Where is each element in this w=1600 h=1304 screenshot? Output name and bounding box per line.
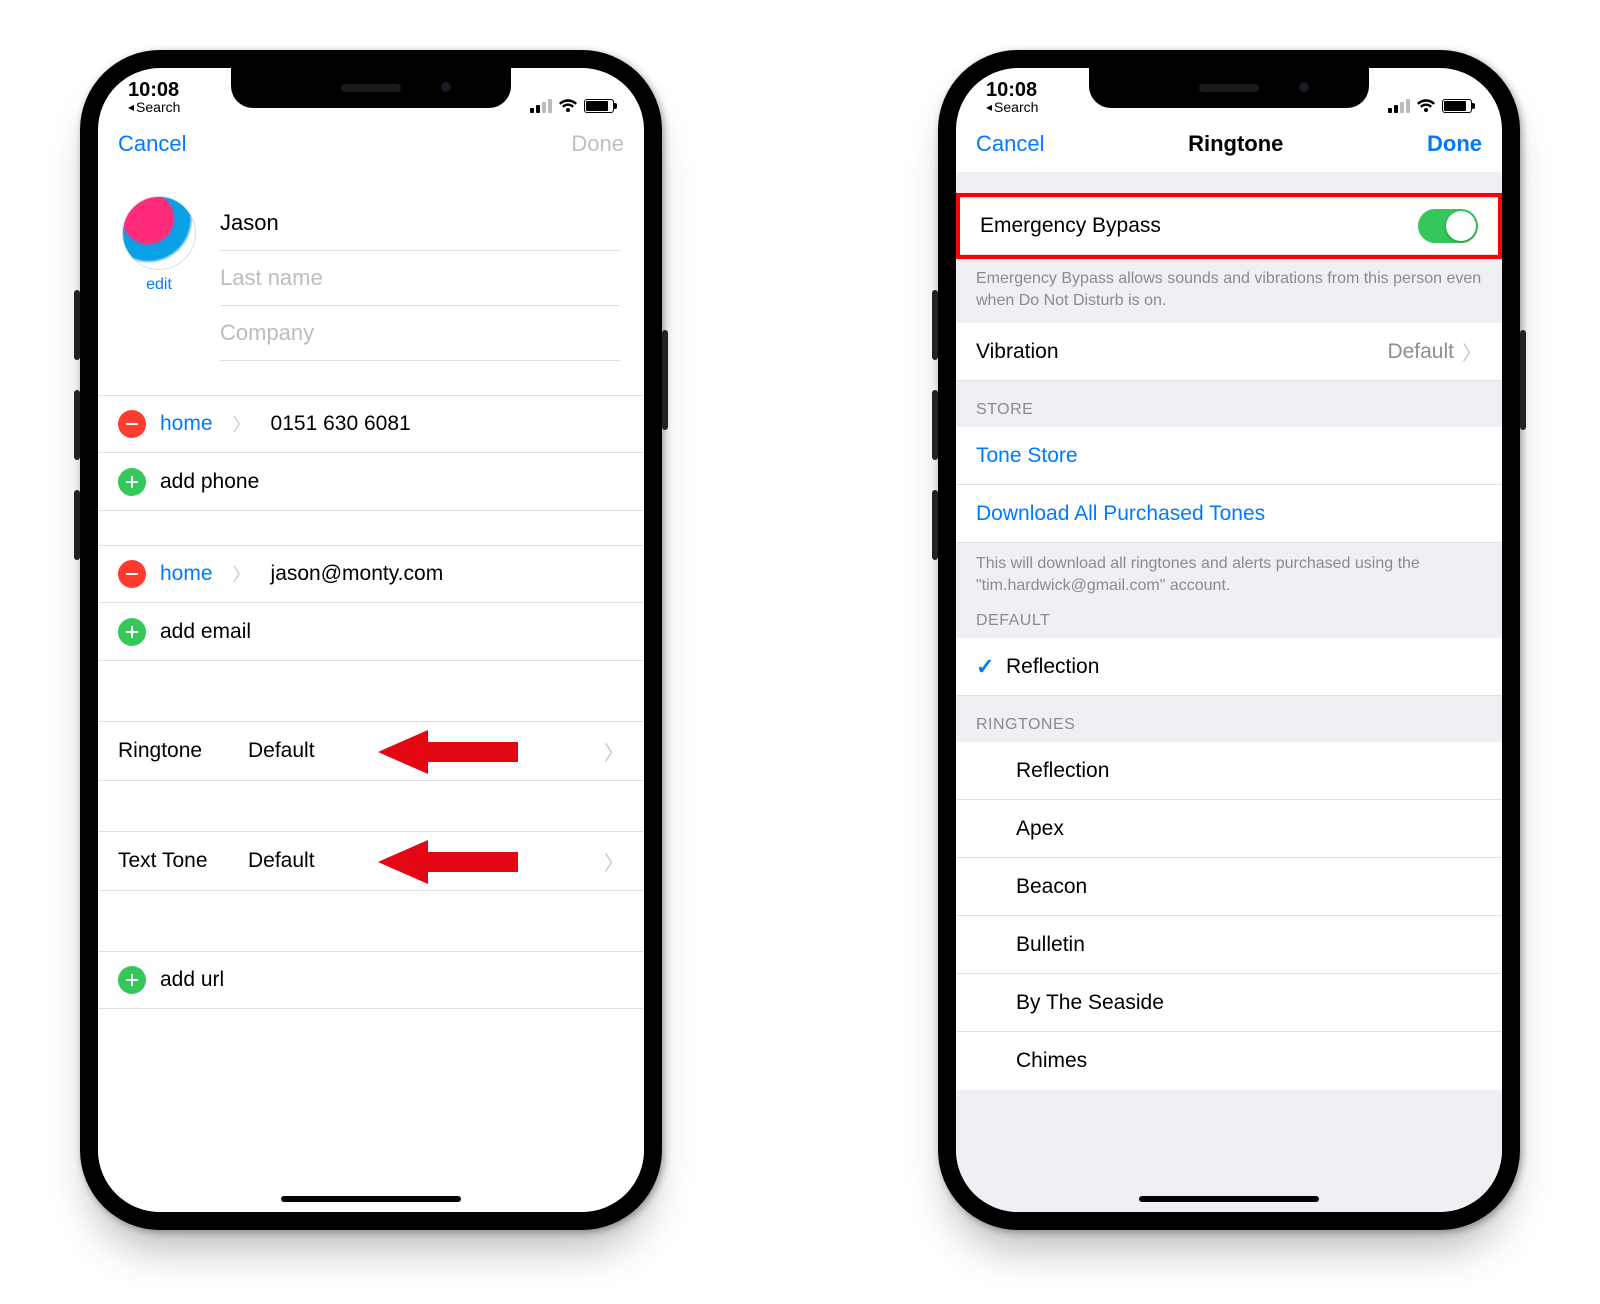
text-tone-row[interactable]: Text Tone Default 〉 bbox=[98, 831, 644, 891]
add-email-row[interactable]: add email bbox=[98, 603, 644, 661]
cancel-button[interactable]: Cancel bbox=[118, 131, 186, 157]
status-time: 10:08 bbox=[128, 80, 179, 100]
iphone-frame-left: 10:08 Search Cancel Done bbox=[80, 50, 662, 1230]
ringtone-option-label: Bulletin bbox=[1016, 933, 1482, 957]
ringtone-option-row[interactable]: Apex bbox=[956, 800, 1502, 858]
home-indicator[interactable] bbox=[281, 1196, 461, 1202]
done-button: Done bbox=[571, 131, 624, 157]
default-ringtone-row[interactable]: ✓ Reflection bbox=[956, 638, 1502, 696]
store-section-header: STORE bbox=[956, 381, 1502, 427]
screen-right: 10:08 Search Cancel Ringtone Done bbox=[956, 68, 1502, 1212]
first-name-field[interactable]: Jason bbox=[220, 196, 620, 251]
edit-photo-button[interactable]: edit bbox=[146, 276, 172, 294]
cancel-button[interactable]: Cancel bbox=[976, 131, 1044, 157]
wifi-icon bbox=[558, 98, 578, 114]
ringtone-option-label: Apex bbox=[1016, 817, 1482, 841]
ringtone-label: Ringtone bbox=[118, 739, 248, 763]
add-icon[interactable] bbox=[118, 618, 146, 646]
wifi-icon bbox=[1416, 98, 1436, 114]
cellular-signal-icon bbox=[1388, 99, 1410, 113]
iphone-frame-right: 10:08 Search Cancel Ringtone Done bbox=[938, 50, 1520, 1230]
remove-icon[interactable] bbox=[118, 410, 146, 438]
default-ringtone-label: Reflection bbox=[1006, 655, 1482, 679]
screen-left: 10:08 Search Cancel Done bbox=[98, 68, 644, 1212]
status-indicators bbox=[530, 98, 614, 114]
tone-store-label: Tone Store bbox=[976, 444, 1482, 468]
download-all-row[interactable]: Download All Purchased Tones bbox=[956, 485, 1502, 543]
vibration-value: Default bbox=[1387, 340, 1454, 364]
ringtone-value: Default bbox=[248, 739, 315, 763]
avatar[interactable] bbox=[122, 196, 196, 270]
battery-icon bbox=[584, 99, 614, 113]
ringtones-section-header: RINGTONES bbox=[956, 696, 1502, 742]
chevron-right-icon: 〉 bbox=[227, 561, 257, 587]
status-time: 10:08 bbox=[986, 80, 1037, 100]
add-email-label: add email bbox=[160, 620, 624, 644]
status-indicators bbox=[1388, 98, 1472, 114]
ringtone-option-label: By The Seaside bbox=[1016, 991, 1482, 1015]
vibration-row[interactable]: Vibration Default 〉 bbox=[956, 323, 1502, 381]
done-button[interactable]: Done bbox=[1427, 131, 1482, 157]
phone-number-field[interactable]: 0151 630 6081 bbox=[271, 412, 624, 436]
email-home-row[interactable]: home 〉 jason@monty.com bbox=[98, 545, 644, 603]
ringtone-option-row[interactable]: Bulletin bbox=[956, 916, 1502, 974]
checkmark-icon: ✓ bbox=[976, 654, 1006, 680]
ringtone-settings-view[interactable]: Emergency Bypass Emergency Bypass allows… bbox=[956, 172, 1502, 1212]
status-breadcrumb-back[interactable]: Search bbox=[128, 100, 180, 114]
ringtone-option-row[interactable]: Reflection bbox=[956, 742, 1502, 800]
emergency-bypass-row[interactable]: Emergency Bypass bbox=[960, 197, 1498, 255]
emergency-bypass-footer: Emergency Bypass allows sounds and vibra… bbox=[956, 258, 1502, 323]
chevron-right-icon: 〉 bbox=[604, 847, 624, 876]
last-name-field[interactable]: Last name bbox=[220, 251, 620, 306]
text-tone-label: Text Tone bbox=[118, 849, 248, 873]
status-breadcrumb-back[interactable]: Search bbox=[986, 100, 1038, 114]
annotation-arrow-icon bbox=[378, 832, 518, 892]
email-address-field[interactable]: jason@monty.com bbox=[271, 562, 624, 586]
remove-icon[interactable] bbox=[118, 560, 146, 588]
text-tone-value: Default bbox=[248, 849, 315, 873]
add-phone-row[interactable]: add phone bbox=[98, 453, 644, 511]
chevron-right-icon: 〉 bbox=[227, 411, 257, 437]
emergency-bypass-toggle[interactable] bbox=[1418, 209, 1478, 243]
chevron-right-icon: 〉 bbox=[604, 737, 624, 766]
nav-bar: Cancel Ringtone Done bbox=[956, 116, 1502, 172]
phone-home-row[interactable]: home 〉 0151 630 6081 bbox=[98, 395, 644, 453]
edit-contact-view[interactable]: edit Jason Last name Company home 〉 0151… bbox=[98, 172, 644, 1212]
store-footer: This will download all ringtones and ale… bbox=[956, 543, 1502, 608]
add-icon[interactable] bbox=[118, 468, 146, 496]
phone-label[interactable]: home bbox=[160, 412, 213, 436]
add-url-label: add url bbox=[160, 968, 624, 992]
tone-store-row[interactable]: Tone Store bbox=[956, 427, 1502, 485]
chevron-right-icon: 〉 bbox=[1462, 337, 1482, 366]
ringtone-option-row[interactable]: Beacon bbox=[956, 858, 1502, 916]
notch bbox=[231, 68, 511, 108]
company-field[interactable]: Company bbox=[220, 306, 620, 361]
ringtone-option-label: Chimes bbox=[1016, 1049, 1482, 1073]
home-indicator[interactable] bbox=[1139, 1196, 1319, 1202]
vibration-label: Vibration bbox=[976, 340, 1387, 364]
add-phone-label: add phone bbox=[160, 470, 624, 494]
default-section-header: DEFAULT bbox=[956, 608, 1502, 638]
email-label[interactable]: home bbox=[160, 562, 213, 586]
add-icon[interactable] bbox=[118, 966, 146, 994]
annotation-arrow-icon bbox=[378, 722, 518, 782]
battery-icon bbox=[1442, 99, 1472, 113]
notch bbox=[1089, 68, 1369, 108]
ringtone-option-label: Reflection bbox=[1016, 759, 1482, 783]
emergency-bypass-label: Emergency Bypass bbox=[980, 214, 1418, 238]
annotation-highlight: Emergency Bypass bbox=[956, 193, 1502, 259]
ringtone-option-row[interactable]: Chimes bbox=[956, 1032, 1502, 1090]
nav-bar: Cancel Done bbox=[98, 116, 644, 172]
add-url-row[interactable]: add url bbox=[98, 951, 644, 1009]
ringtone-row[interactable]: Ringtone Default 〉 bbox=[98, 721, 644, 781]
ringtone-option-label: Beacon bbox=[1016, 875, 1482, 899]
ringtone-option-row[interactable]: By The Seaside bbox=[956, 974, 1502, 1032]
cellular-signal-icon bbox=[530, 99, 552, 113]
download-all-label: Download All Purchased Tones bbox=[976, 502, 1482, 526]
nav-title: Ringtone bbox=[1044, 131, 1427, 157]
